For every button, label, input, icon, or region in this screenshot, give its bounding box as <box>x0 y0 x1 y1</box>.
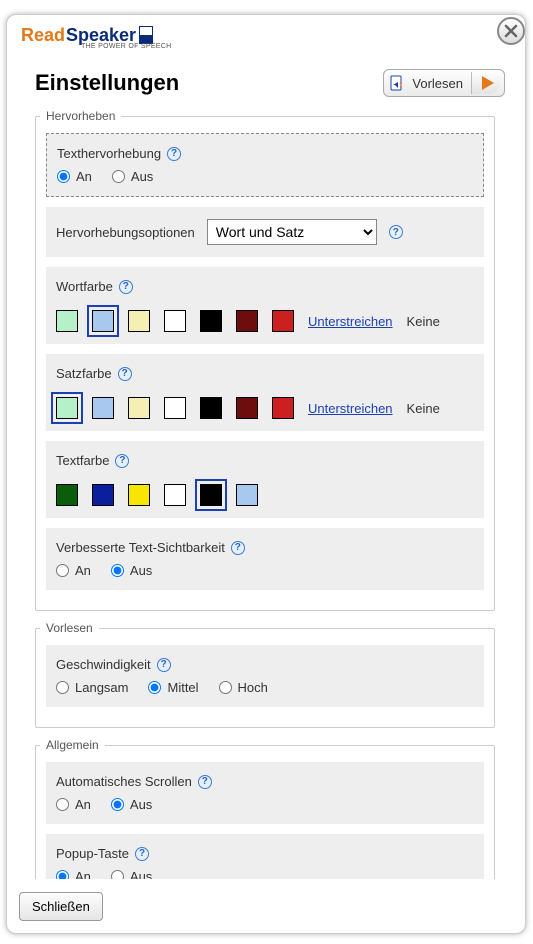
color-swatch[interactable] <box>200 397 222 419</box>
color-swatch[interactable] <box>92 397 114 419</box>
help-icon[interactable]: ? <box>167 147 181 161</box>
color-swatch[interactable] <box>56 397 78 419</box>
speaker-icon <box>390 75 406 91</box>
footer: Schließen <box>19 892 103 921</box>
color-swatch[interactable] <box>92 484 114 506</box>
label-geschwindigkeit: Geschwindigkeit <box>56 657 151 672</box>
color-swatch[interactable] <box>164 397 186 419</box>
radio-popup-an[interactable]: An <box>56 869 91 879</box>
help-icon[interactable]: ? <box>157 658 171 672</box>
color-swatch[interactable] <box>128 310 150 332</box>
swatch-row-satzfarbe: Unterstreichen Keine <box>56 397 474 419</box>
panel-textfarbe: Textfarbe ? <box>46 441 484 518</box>
radio-speed-slow[interactable]: Langsam <box>56 680 128 695</box>
color-swatch[interactable] <box>236 484 258 506</box>
header-row: Einstellungen Vorlesen <box>21 59 509 109</box>
legend-vorlesen: Vorlesen <box>40 621 99 635</box>
dialog-frame: ReadSpeaker THE POWER OF SPEECH Einstell… <box>6 14 526 934</box>
color-swatch[interactable] <box>236 310 258 332</box>
label-satzfarbe: Satzfarbe <box>56 366 112 381</box>
radio-speed-fast[interactable]: Hoch <box>219 680 268 695</box>
legend-allgemein: Allgemein <box>40 738 105 752</box>
help-icon[interactable]: ? <box>115 454 129 468</box>
radio-sichtbarkeit-aus[interactable]: Aus <box>111 563 152 578</box>
help-icon[interactable]: ? <box>389 225 403 239</box>
color-swatch[interactable] <box>128 397 150 419</box>
vorlesen-button[interactable]: Vorlesen <box>383 69 505 97</box>
none-link[interactable]: Keine <box>407 314 440 329</box>
group-hervorheben: Hervorheben Texthervorhebung ? An Aus He… <box>35 109 495 611</box>
group-vorlesen: Vorlesen Geschwindigkeit ? Langsam Mitte… <box>35 621 495 728</box>
color-swatch[interactable] <box>164 310 186 332</box>
logo-tagline: THE POWER OF SPEECH <box>81 43 172 50</box>
color-swatch[interactable] <box>164 484 186 506</box>
logo-text-read: Read <box>21 25 65 46</box>
radio-autoscroll-an[interactable]: An <box>56 797 91 812</box>
radio-popup-aus[interactable]: Aus <box>111 869 152 879</box>
color-swatch[interactable] <box>200 484 222 506</box>
underline-link[interactable]: Unterstreichen <box>308 314 393 329</box>
color-swatch[interactable] <box>92 310 114 332</box>
panel-hervorhebungsoptionen: Hervorhebungsoptionen Wort und Satz ? <box>46 207 484 257</box>
legend-hervorheben: Hervorheben <box>40 109 121 123</box>
color-swatch[interactable] <box>272 310 294 332</box>
panel-popup: Popup-Taste ? An Aus <box>46 834 484 879</box>
help-icon[interactable]: ? <box>231 541 245 555</box>
label-texthervorhebung: Texthervorhebung <box>57 146 161 161</box>
panel-satzfarbe: Satzfarbe ? Unterstreichen Keine <box>46 354 484 431</box>
panel-wortfarbe: Wortfarbe ? Unterstreichen Keine <box>46 267 484 344</box>
label-textfarbe: Textfarbe <box>56 453 109 468</box>
none-link[interactable]: Keine <box>407 401 440 416</box>
help-icon[interactable]: ? <box>118 367 132 381</box>
panel-autoscroll: Automatisches Scrollen ? An Aus <box>46 762 484 824</box>
help-icon[interactable]: ? <box>119 280 133 294</box>
color-swatch[interactable] <box>56 310 78 332</box>
color-swatch[interactable] <box>128 484 150 506</box>
radio-autoscroll-aus[interactable]: Aus <box>111 797 152 812</box>
label-popup: Popup-Taste <box>56 846 129 861</box>
swatch-row-textfarbe <box>56 484 474 506</box>
radio-speed-medium[interactable]: Mittel <box>148 680 198 695</box>
label-hervorhebungsoptionen: Hervorhebungsoptionen <box>56 225 195 240</box>
radio-texthervorhebung-an[interactable]: An <box>57 169 92 184</box>
help-icon[interactable]: ? <box>135 847 149 861</box>
underline-link[interactable]: Unterstreichen <box>308 401 393 416</box>
radio-texthervorhebung-aus[interactable]: Aus <box>112 169 153 184</box>
color-swatch[interactable] <box>200 310 222 332</box>
panel-geschwindigkeit: Geschwindigkeit ? Langsam Mittel Hoch <box>46 645 484 707</box>
label-sichtbarkeit: Verbesserte Text-Sichtbarkeit <box>56 540 225 555</box>
color-swatch[interactable] <box>272 397 294 419</box>
close-button[interactable]: Schließen <box>19 892 103 921</box>
group-allgemein: Allgemein Automatisches Scrollen ? An Au… <box>35 738 495 879</box>
page-title: Einstellungen <box>35 70 179 96</box>
panel-sichtbarkeit: Verbesserte Text-Sichtbarkeit ? An Aus <box>46 528 484 590</box>
swatch-row-wortfarbe: Unterstreichen Keine <box>56 310 474 332</box>
close-icon[interactable] <box>497 17 525 45</box>
speaker-device-icon <box>139 26 153 44</box>
help-icon[interactable]: ? <box>198 775 212 789</box>
vorlesen-label: Vorlesen <box>412 76 463 91</box>
play-icon <box>482 76 494 90</box>
play-button[interactable] <box>471 72 500 94</box>
label-wortfarbe: Wortfarbe <box>56 279 113 294</box>
panel-texthervorhebung: Texthervorhebung ? An Aus <box>46 133 484 197</box>
color-swatch[interactable] <box>56 484 78 506</box>
label-autoscroll: Automatisches Scrollen <box>56 774 192 789</box>
color-swatch[interactable] <box>236 397 258 419</box>
scroll-area[interactable]: Einstellungen Vorlesen Hervorheben Texth… <box>21 59 515 879</box>
highlight-mode-select[interactable]: Wort und Satz <box>207 219 377 245</box>
radio-sichtbarkeit-an[interactable]: An <box>56 563 91 578</box>
